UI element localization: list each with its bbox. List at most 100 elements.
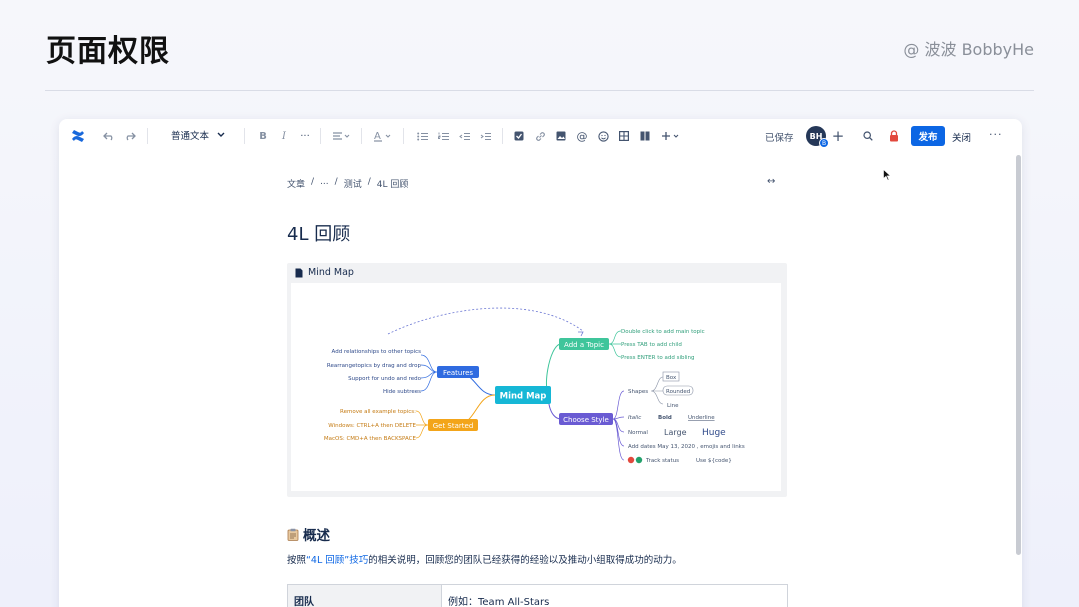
mind-map-diagram: Mind Map Features Get Started Add a Topi… (324, 307, 745, 464)
features-item: Support for undo and redo (348, 376, 421, 382)
document-icon (295, 268, 303, 277)
task-checkbox-icon[interactable] (512, 127, 526, 145)
confluence-editor-window: 普通文本 B I ··· A @ 已保存 BH B + 发布 关闭 ··· 文章… (59, 119, 1022, 607)
shapes-connectors (650, 376, 664, 405)
features-item: Hide subtrees (383, 389, 421, 395)
macro-header: Mind Map (295, 267, 354, 278)
mouse-cursor-icon (883, 169, 891, 181)
style-shapes: Shapes (628, 389, 648, 395)
more-formatting-icon[interactable]: ··· (298, 127, 312, 145)
choose-style-item-connectors (612, 390, 625, 461)
confluence-logo-icon[interactable] (69, 127, 87, 145)
undo-icon[interactable] (102, 127, 116, 145)
style-dates: Add dates May 13, 2020 , emojis and link… (628, 444, 745, 450)
add-topic-item: Double click to add main topic (621, 329, 705, 335)
get-started-item: Windows: CTRL+A then DELETE (328, 423, 416, 429)
svg-text:A: A (374, 131, 381, 142)
redo-icon[interactable] (123, 127, 137, 145)
breadcrumb-separator: / (334, 177, 338, 187)
table-icon[interactable] (617, 127, 631, 145)
get-started-item: Remove all example topics: (340, 409, 416, 415)
toolbar-divider (502, 128, 503, 144)
publish-button[interactable]: 发布 (911, 126, 945, 146)
close-button[interactable]: 关闭 (952, 130, 971, 144)
toolbar-divider (403, 128, 404, 144)
team-table: 团队 例如：Team All-Stars (287, 584, 788, 607)
overview-heading-text: 概述 (303, 528, 330, 544)
image-icon[interactable] (554, 127, 568, 145)
indent-icon[interactable] (478, 127, 492, 145)
breadcrumb-item[interactable]: 文章 (287, 177, 305, 190)
breadcrumb-item[interactable]: 测试 (344, 177, 362, 190)
text-color-icon[interactable]: A (372, 127, 394, 145)
full-width-toggle-icon[interactable]: ↔ (767, 176, 775, 187)
more-options-icon[interactable]: ··· (989, 128, 1003, 141)
center-topic-label: Mind Map (500, 392, 547, 402)
search-icon[interactable] (861, 127, 875, 145)
insert-plus-icon[interactable] (659, 127, 683, 145)
toolbar-divider (361, 128, 362, 144)
mind-map-macro[interactable]: Mind Map Mind Map Features Get Started A… (287, 263, 787, 497)
editor-toolbar: 普通文本 B I ··· A @ 已保存 BH B + 发布 关闭 ··· (59, 119, 1022, 153)
get-started-item: MacOS: CMD+A then BACKSPACE (324, 436, 417, 442)
chevron-down-icon (217, 132, 225, 137)
scrollbar[interactable] (1016, 155, 1021, 555)
relationship-arrowhead (578, 331, 584, 337)
text-style-select[interactable]: 普通文本 (171, 128, 225, 142)
mind-map-canvas[interactable]: Mind Map Features Get Started Add a Topi… (291, 283, 781, 491)
slide-title: 页面权限 (46, 34, 170, 69)
numbered-list-icon[interactable] (436, 127, 450, 145)
overview-text-part: 的相关说明，回顾您的团队已经获得的经验以及推动小组取得成功的动力。 (368, 555, 682, 566)
text-align-icon[interactable] (330, 127, 352, 145)
breadcrumb-item[interactable]: ... (320, 177, 329, 190)
clipboard-icon (287, 528, 299, 541)
style-line: Line (667, 403, 679, 409)
add-collaborator-icon[interactable]: + (829, 126, 847, 146)
overview-text-part: 按照 (287, 555, 307, 566)
get-started-item-connectors (415, 410, 429, 439)
add-topic-item: Press TAB to add child (621, 342, 682, 348)
style-code: Use ${code} (696, 458, 732, 464)
style-large: Large (664, 428, 687, 437)
macro-title: Mind Map (308, 267, 354, 278)
toolbar-divider (320, 128, 321, 144)
breadcrumb-item[interactable]: 4L 回顾 (377, 177, 409, 190)
saved-status: 已保存 (765, 133, 794, 144)
style-normal: Normal (628, 430, 648, 436)
breadcrumb-separator: / (311, 177, 315, 187)
bold-icon[interactable]: B (257, 127, 269, 145)
features-label: Features (443, 369, 473, 377)
relationship-link (387, 307, 584, 335)
page-title[interactable]: 4L 回顾 (287, 220, 350, 246)
style-huge: Huge (702, 428, 726, 438)
table-header-cell[interactable]: 团队 (288, 585, 442, 607)
bullet-list-icon[interactable] (415, 127, 429, 145)
get-started-label: Get Started (433, 422, 474, 430)
mention-icon[interactable]: @ (575, 127, 589, 145)
choose-style-label: Choose Style (563, 416, 609, 424)
toolbar-divider (244, 128, 245, 144)
layout-icon[interactable] (638, 127, 652, 145)
link-icon[interactable] (533, 127, 547, 145)
avatar-badge: B (819, 138, 829, 148)
features-item-connectors (420, 354, 438, 392)
style-track: Track status (645, 458, 679, 464)
add-topic-item-connectors (608, 330, 622, 358)
lock-icon[interactable] (887, 127, 901, 145)
features-item: Add relationships to other topics (332, 349, 422, 355)
toolbar-divider (147, 128, 148, 144)
outdent-icon[interactable] (457, 127, 471, 145)
slide-author: @ 波波 BobbyHe (903, 40, 1034, 59)
breadcrumb-separator: / (367, 177, 371, 187)
emoji-icon[interactable] (596, 127, 610, 145)
italic-icon[interactable]: I (278, 127, 290, 145)
text-style-label: 普通文本 (171, 131, 210, 142)
overview-text: 按照“4L 回顾”技巧的相关说明，回顾您的团队已经获得的经验以及推动小组取得成功… (287, 552, 682, 566)
overview-link[interactable]: “4L 回顾”技巧 (306, 555, 368, 566)
slide-divider (45, 90, 1034, 91)
style-bold: Bold (658, 415, 672, 421)
features-item: Rearrangetopics by drag and drop (327, 363, 422, 369)
add-topic-item: Press ENTER to add sibling (621, 355, 695, 361)
table-cell[interactable]: 例如：Team All-Stars (442, 585, 787, 607)
style-underline: Underline (688, 415, 715, 421)
